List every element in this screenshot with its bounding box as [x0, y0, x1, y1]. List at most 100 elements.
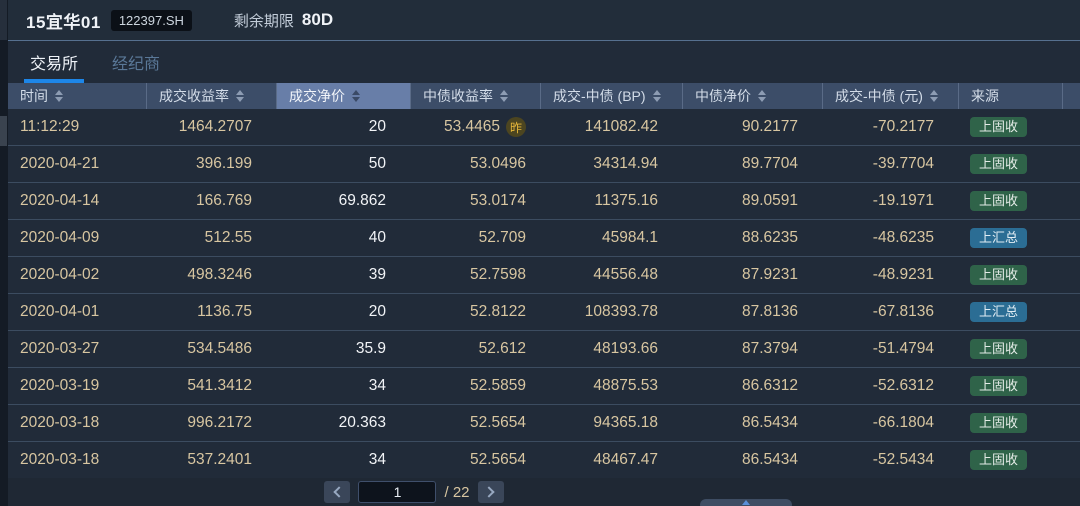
page-number-input[interactable]	[358, 481, 436, 503]
cell-diff_yuan: -19.1971	[822, 183, 958, 219]
table-body: 11:12:291464.27072053.4465昨141082.4290.2…	[8, 109, 1080, 479]
table-row[interactable]: 2020-03-18537.24013452.565448467.4786.54…	[8, 442, 1080, 479]
cell-price: 39	[276, 257, 410, 293]
cell-diff_yuan: -39.7704	[822, 146, 958, 182]
prev-page-button[interactable]	[324, 481, 350, 503]
cell-cdc_price: 89.7704	[682, 146, 822, 182]
chevron-right-icon	[483, 486, 494, 497]
column-label: 中债净价	[695, 86, 751, 106]
source-badge: 上固收	[970, 191, 1027, 212]
cell-value: 52.5654	[470, 451, 526, 469]
page-total-label: / 22	[444, 484, 469, 501]
sort-arrows-icon	[500, 90, 508, 102]
source-badge: 上固收	[970, 154, 1027, 175]
cell-cdc_price: 86.5434	[682, 405, 822, 441]
cell-cdc_price: 87.8136	[682, 294, 822, 330]
cell-cdc_price: 87.3794	[682, 331, 822, 367]
table-row[interactable]: 2020-04-14166.76969.86253.017411375.1689…	[8, 183, 1080, 220]
table-row[interactable]: 2020-04-011136.752052.8122108393.7887.81…	[8, 294, 1080, 331]
column-header-cdc_price[interactable]: 中债净价	[682, 83, 822, 109]
cell-diff_bp: 11375.16	[540, 183, 682, 219]
cell-source: 上固收	[958, 183, 1062, 219]
horizontal-scrollbar-thumb[interactable]	[700, 499, 792, 506]
cell-value: 87.3794	[742, 340, 798, 358]
cell-diff_yuan: -66.1804	[822, 405, 958, 441]
cell-stub	[1062, 109, 1080, 145]
yesterday-badge: 昨	[506, 117, 526, 137]
cell-value: -51.4794	[873, 340, 934, 358]
column-header-yield[interactable]: 成交收益率	[146, 83, 276, 109]
cell-diff_yuan: -48.6235	[822, 220, 958, 256]
source-badge: 上汇总	[970, 228, 1027, 249]
table-row[interactable]: 2020-04-02498.32463952.759844556.4887.92…	[8, 257, 1080, 294]
cell-value: 11375.16	[595, 192, 659, 210]
cell-cdc_yield: 52.8122	[410, 294, 540, 330]
cell-value: 52.5859	[470, 377, 526, 395]
column-label: 时间	[20, 86, 48, 106]
cell-price: 20.363	[276, 405, 410, 441]
cell-cdc_price: 90.2177	[682, 109, 822, 145]
cell-value: 996.2172	[187, 414, 252, 432]
column-header-cdc_yield[interactable]: 中债收益率	[410, 83, 540, 109]
cell-cdc_price: 88.6235	[682, 220, 822, 256]
sort-arrows-icon	[758, 90, 766, 102]
cell-value: -67.8136	[873, 303, 934, 321]
table-row[interactable]: 2020-03-18996.217220.36352.565494365.188…	[8, 405, 1080, 442]
column-header-diff_yuan[interactable]: 成交-中债 (元)	[822, 83, 958, 109]
table-row[interactable]: 2020-03-27534.548635.952.61248193.6687.3…	[8, 331, 1080, 368]
cell-yield: 1136.75	[146, 294, 276, 330]
cell-price: 20	[276, 294, 410, 330]
maturity-label: 剩余期限	[234, 10, 294, 31]
cell-yield: 396.199	[146, 146, 276, 182]
table-row[interactable]: 2020-04-21396.1995053.049634314.9489.770…	[8, 146, 1080, 183]
cell-value: 87.8136	[742, 303, 798, 321]
next-page-button[interactable]	[478, 481, 504, 503]
cell-value: 1464.2707	[179, 118, 252, 136]
column-header-time[interactable]: 时间	[8, 83, 146, 109]
source-badge: 上固收	[970, 450, 1027, 471]
source-badge: 上固收	[970, 117, 1027, 138]
cell-price: 50	[276, 146, 410, 182]
cell-value: 89.7704	[742, 155, 798, 173]
sort-arrows-icon	[352, 90, 360, 102]
cell-time: 2020-04-02	[8, 257, 146, 293]
cell-value: 20	[369, 118, 386, 136]
cell-source: 上汇总	[958, 220, 1062, 256]
cell-value: 89.0591	[742, 192, 798, 210]
cell-time: 2020-03-19	[8, 368, 146, 404]
cell-value: -70.2177	[873, 118, 934, 136]
cell-value: 90.2177	[742, 118, 798, 136]
table-row[interactable]: 2020-03-19541.34123452.585948875.5386.63…	[8, 368, 1080, 405]
cell-cdc_yield: 53.0174	[410, 183, 540, 219]
table-header: 时间成交收益率成交净价中债收益率成交-中债 (BP)中债净价成交-中债 (元)来…	[8, 83, 1080, 109]
table-row[interactable]: 11:12:291464.27072053.4465昨141082.4290.2…	[8, 109, 1080, 146]
cell-value: 2020-04-09	[20, 229, 99, 247]
cell-value: 94365.18	[593, 414, 658, 432]
table-row[interactable]: 2020-04-09512.554052.70945984.188.6235-4…	[8, 220, 1080, 257]
cell-value: 87.9231	[742, 266, 798, 284]
bond-name: 15宜华01	[26, 8, 101, 33]
bond-trades-panel: 15宜华01 122397.SH 剩余期限 80D 交易所 经纪商 时间成交收益…	[8, 0, 1080, 506]
cell-diff_bp: 34314.94	[540, 146, 682, 182]
cell-value: 2020-04-21	[20, 155, 99, 173]
cell-value: 108393.78	[585, 303, 658, 321]
column-header-price[interactable]: 成交净价	[276, 83, 410, 109]
cell-source: 上汇总	[958, 294, 1062, 330]
tab-exchange-label: 交易所	[30, 50, 78, 74]
column-header-diff_bp[interactable]: 成交-中债 (BP)	[540, 83, 682, 109]
tab-exchange[interactable]: 交易所	[22, 41, 86, 83]
cell-diff_bp: 94365.18	[540, 405, 682, 441]
source-badge: 上固收	[970, 376, 1027, 397]
cell-cdc_price: 87.9231	[682, 257, 822, 293]
cell-source: 上固收	[958, 405, 1062, 441]
tab-broker[interactable]: 经纪商	[104, 41, 168, 83]
cell-diff_yuan: -52.6312	[822, 368, 958, 404]
cell-value: -39.7704	[873, 155, 934, 173]
cell-value: 11:12:29	[20, 118, 79, 136]
cell-cdc_yield: 52.5654	[410, 442, 540, 478]
pagination: / 22	[8, 478, 1080, 506]
cell-value: -52.6312	[873, 377, 934, 395]
cell-value: 88.6235	[742, 229, 798, 247]
cell-stub	[1062, 294, 1080, 330]
cell-cdc_yield: 52.612	[410, 331, 540, 367]
